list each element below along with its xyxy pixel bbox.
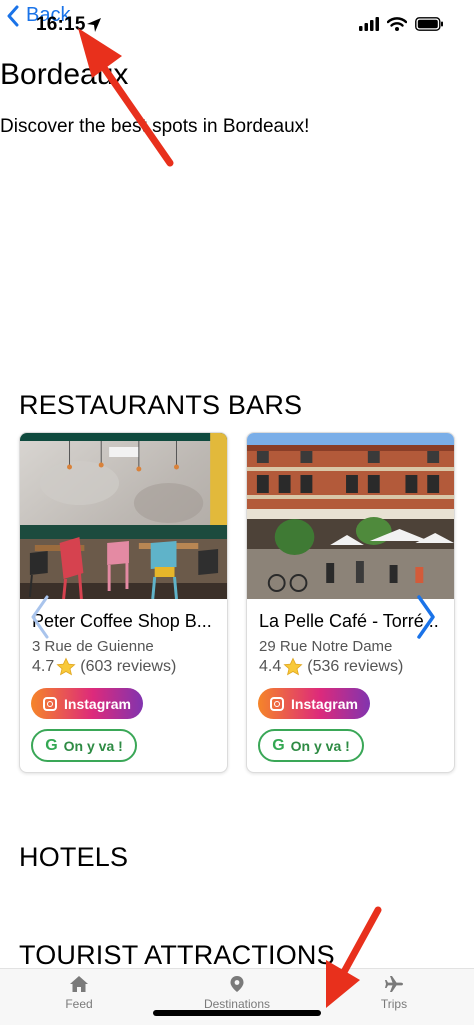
section-title-attractions: TOURIST ATTRACTIONS [19, 940, 335, 970]
go-label: On y va ! [63, 737, 123, 754]
restaurant-rating: 4.7 (603 reviews) [32, 657, 176, 677]
wifi-icon [387, 17, 407, 31]
instagram-button[interactable]: Instagram [31, 688, 143, 719]
go-button[interactable]: G On y va ! [31, 729, 137, 762]
map-pin-icon [230, 976, 244, 992]
instagram-label: Instagram [64, 695, 131, 712]
tab-destinations-label: Destinations [203, 997, 271, 1011]
status-bar: Back 16:15 [0, 0, 474, 50]
tab-bar: Feed Destinations Trips [0, 968, 474, 1025]
tab-trips-label: Trips [380, 997, 408, 1011]
go-button[interactable]: G On y va ! [258, 729, 364, 762]
restaurants-carousel[interactable]: Peter Coffee Shop B... 3 Rue de Guienne … [19, 432, 459, 774]
page-title: Bordeaux [0, 58, 129, 91]
instagram-button[interactable]: Instagram [258, 688, 370, 719]
star-icon [283, 657, 303, 676]
location-arrow-icon [87, 18, 101, 32]
battery-icon [415, 17, 443, 31]
page-subtitle: Discover the best spots in Bordeaux! [0, 116, 310, 137]
restaurant-photo [20, 433, 227, 599]
tab-trips[interactable]: Trips [334, 975, 454, 1011]
airplane-icon [385, 976, 403, 992]
go-label: On y va ! [290, 737, 350, 754]
tab-feed-label: Feed [65, 997, 93, 1011]
tab-feed[interactable]: Feed [19, 975, 139, 1011]
restaurant-address: 29 Rue Notre Dame [259, 638, 393, 655]
carousel-prev-button[interactable] [27, 593, 53, 641]
status-indicators [359, 17, 444, 31]
home-indicator [153, 1010, 321, 1016]
rating-value: 4.4 [259, 658, 282, 675]
instagram-icon [270, 696, 285, 711]
restaurant-name: Peter Coffee Shop B... [32, 611, 212, 631]
home-icon [70, 976, 88, 992]
google-g-icon: G [272, 736, 285, 754]
tab-destinations[interactable]: Destinations [177, 975, 297, 1011]
signal-icon [359, 17, 379, 31]
chevron-left-icon [7, 5, 19, 26]
carousel-next-button[interactable] [413, 593, 439, 641]
rating-value: 4.7 [32, 658, 55, 675]
instagram-label: Instagram [291, 695, 358, 712]
section-title-hotels: HOTELS [19, 842, 129, 872]
google-g-icon: G [45, 736, 58, 754]
restaurant-rating: 4.4 (536 reviews) [259, 657, 403, 677]
status-time: 16:15 [36, 14, 86, 35]
section-title-restaurants: RESTAURANTS BARS [19, 390, 303, 420]
star-icon [56, 657, 76, 676]
instagram-icon [43, 696, 58, 711]
review-count: (536 reviews) [307, 658, 404, 675]
restaurant-photo [247, 433, 454, 599]
review-count: (603 reviews) [80, 658, 177, 675]
